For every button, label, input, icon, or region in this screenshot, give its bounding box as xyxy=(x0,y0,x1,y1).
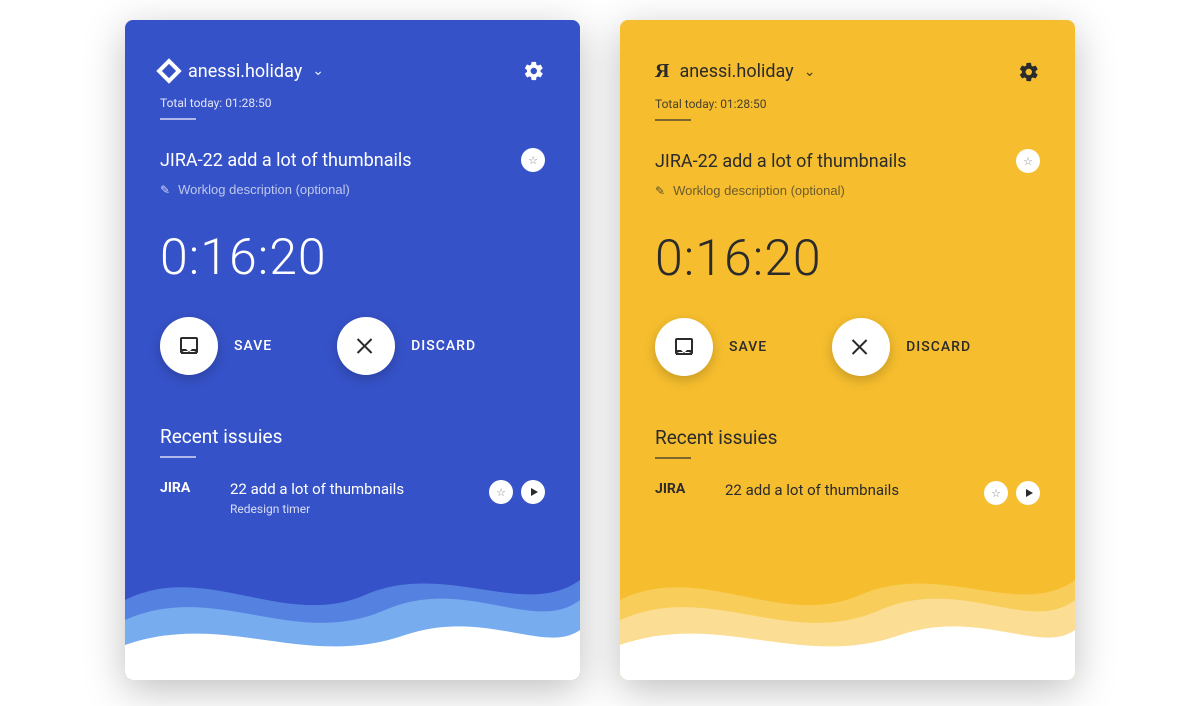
issue-body: 22 add a lot of thumbnails Redesign time… xyxy=(230,480,489,516)
recent-issue-item[interactable]: JIRA 22 add a lot of thumbnails Redesign… xyxy=(160,480,545,516)
header: Я anessi.holiday ⌄ xyxy=(655,60,1040,83)
gear-icon xyxy=(523,60,545,82)
star-icon: ☆ xyxy=(991,487,1001,500)
discard-label: DISCARD xyxy=(411,338,476,354)
total-today-label: Total today: 01:28:50 xyxy=(160,96,545,110)
issue-actions: ☆ xyxy=(984,481,1040,505)
issue-actions: ☆ xyxy=(489,480,545,504)
current-task-row: JIRA-22 add a lot of thumbnails ☆ xyxy=(655,149,1040,173)
discard-icon-circle xyxy=(832,318,890,376)
favorite-button[interactable]: ☆ xyxy=(1016,149,1040,173)
task-title: JIRA-22 add a lot of thumbnails xyxy=(655,151,907,172)
timer-actions: SAVE DISCARD xyxy=(655,318,1040,376)
recent-issues-heading: Recent issuies xyxy=(655,426,1040,449)
divider xyxy=(655,457,691,459)
favorite-button[interactable]: ☆ xyxy=(521,148,545,172)
jira-logo-icon xyxy=(156,58,181,83)
settings-button[interactable] xyxy=(523,60,545,82)
discard-label: DISCARD xyxy=(906,339,971,355)
chevron-down-icon: ⌄ xyxy=(312,63,324,79)
save-label: SAVE xyxy=(234,338,272,354)
yandex-logo-icon: Я xyxy=(655,60,669,83)
worklog-description-row: ✎ xyxy=(160,182,545,197)
star-icon: ☆ xyxy=(1023,155,1033,168)
save-label: SAVE xyxy=(729,339,767,355)
save-icon-circle xyxy=(160,317,218,375)
issue-key: JIRA xyxy=(160,480,230,496)
inbox-icon xyxy=(672,335,696,359)
worklog-description-input[interactable] xyxy=(673,183,923,198)
timer-actions: SAVE DISCARD xyxy=(160,317,545,375)
timer-display: 0:16:20 xyxy=(160,229,545,287)
issue-summary: 22 add a lot of thumbnails xyxy=(230,480,489,498)
pencil-icon: ✎ xyxy=(160,183,170,197)
recent-issues-heading: Recent issuies xyxy=(160,425,545,448)
discard-button[interactable]: DISCARD xyxy=(337,317,476,375)
timer-display: 0:16:20 xyxy=(655,230,1040,288)
timer-card-blue: anessi.holiday ⌄ Total today: 01:28:50 J… xyxy=(125,20,580,680)
issue-summary: 22 add a lot of thumbnails xyxy=(725,481,984,499)
play-icon xyxy=(531,488,538,496)
recent-issues-list: JIRA 22 add a lot of thumbnails ☆ xyxy=(655,481,1040,505)
issue-body: 22 add a lot of thumbnails xyxy=(725,481,984,503)
account-switcher[interactable]: anessi.holiday ⌄ xyxy=(160,61,324,82)
discard-icon-circle xyxy=(337,317,395,375)
timer-card-yellow: Я anessi.holiday ⌄ Total today: 01:28:50… xyxy=(620,20,1075,680)
issue-favorite-button[interactable]: ☆ xyxy=(984,481,1008,505)
discard-button[interactable]: DISCARD xyxy=(832,318,971,376)
worklog-description-input[interactable] xyxy=(178,182,428,197)
header: anessi.holiday ⌄ xyxy=(160,60,545,82)
account-switcher[interactable]: Я anessi.holiday ⌄ xyxy=(655,60,815,83)
task-title: JIRA-22 add a lot of thumbnails xyxy=(160,150,412,171)
inbox-icon xyxy=(177,334,201,358)
issue-play-button[interactable] xyxy=(521,480,545,504)
settings-button[interactable] xyxy=(1018,61,1040,83)
issue-favorite-button[interactable]: ☆ xyxy=(489,480,513,504)
save-button[interactable]: SAVE xyxy=(655,318,767,376)
wave-decoration xyxy=(620,540,1075,680)
save-button[interactable]: SAVE xyxy=(160,317,272,375)
username: anessi.holiday xyxy=(188,61,302,82)
star-icon: ☆ xyxy=(496,486,506,499)
divider xyxy=(160,456,196,458)
wave-decoration xyxy=(125,540,580,680)
chevron-down-icon: ⌄ xyxy=(804,64,816,80)
close-icon xyxy=(849,335,873,359)
recent-issues-list: JIRA 22 add a lot of thumbnails Redesign… xyxy=(160,480,545,516)
star-icon: ☆ xyxy=(528,154,538,167)
issue-key: JIRA xyxy=(655,481,725,497)
play-icon xyxy=(1026,489,1033,497)
current-task-row: JIRA-22 add a lot of thumbnails ☆ xyxy=(160,148,545,172)
total-today-label: Total today: 01:28:50 xyxy=(655,97,1040,111)
worklog-description-row: ✎ xyxy=(655,183,1040,198)
recent-issue-item[interactable]: JIRA 22 add a lot of thumbnails ☆ xyxy=(655,481,1040,505)
issue-subtitle: Redesign timer xyxy=(230,502,489,516)
gear-icon xyxy=(1018,61,1040,83)
divider xyxy=(655,119,691,121)
divider xyxy=(160,118,196,120)
username: anessi.holiday xyxy=(679,61,793,82)
save-icon-circle xyxy=(655,318,713,376)
issue-play-button[interactable] xyxy=(1016,481,1040,505)
pencil-icon: ✎ xyxy=(655,184,665,198)
close-icon xyxy=(354,334,378,358)
